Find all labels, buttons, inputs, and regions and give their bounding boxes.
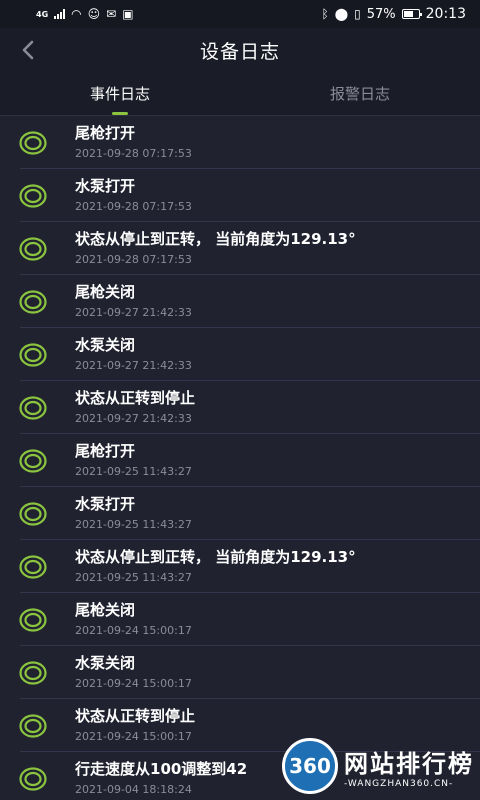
event-time: 2021-09-25 11:43:27 [75,571,192,584]
event-title: 状态从停止到正转， 当前角度为129.13° [75,548,356,566]
event-ring-icon [19,236,47,261]
network-type: 4G [36,9,49,19]
list-item[interactable]: 尾枪关闭 2021-09-24 15:00:17 [0,593,480,646]
location-icon: ⬤ [334,7,349,21]
event-ring-icon [19,501,47,526]
event-ring-icon [19,130,47,155]
event-title: 状态从正转到停止 [75,707,196,725]
watermark-text: 网站排行榜 -WANGZHAN360.CN- [344,744,474,789]
event-text: 状态从正转到停止 2021-09-24 15:00:17 [75,706,195,745]
log-tabs: 事件日志 报警日志 [0,72,480,116]
event-title: 状态从停止到正转， 当前角度为129.13° [75,230,356,248]
list-item[interactable]: 水泵关闭 2021-09-27 21:42:33 [0,328,480,381]
signal-icon [54,9,66,19]
notification-icon: ☺ [87,7,101,21]
list-item[interactable]: 尾枪打开 2021-09-25 11:43:27 [0,434,480,487]
vibrate-icon: ▯ [354,7,361,21]
event-title: 状态从正转到停止 [75,389,196,407]
watermark-title: 网站排行榜 [344,749,474,778]
event-ring-icon [19,395,47,420]
watermark-subtitle: -WANGZHAN360.CN- [344,778,454,789]
event-time: 2021-09-25 11:43:27 [75,518,192,531]
event-text: 尾枪打开 2021-09-28 07:17:53 [75,123,192,162]
event-ring-icon [19,554,47,579]
event-text: 状态从正转到停止 2021-09-27 21:42:33 [75,388,195,427]
image-icon: ▣ [122,7,134,21]
list-item[interactable]: 尾枪打开 2021-09-28 07:17:53 [0,116,480,169]
status-bar-left: 4G ◠ ☺ ✉ ▣ [36,8,134,20]
tab-alarm-log[interactable]: 报警日志 [240,72,480,115]
event-text: 状态从停止到正转， 当前角度为129.13° 2021-09-28 07:17:5… [75,229,356,268]
event-time: 2021-09-04 18:18:24 [75,783,192,796]
event-text: 水泵关闭 2021-09-24 15:00:17 [75,653,192,692]
event-time: 2021-09-27 21:42:33 [75,359,192,372]
event-title: 水泵打开 [75,177,136,195]
event-title: 水泵打开 [75,495,136,513]
event-text: 水泵打开 2021-09-25 11:43:27 [75,494,192,533]
event-time: 2021-09-27 21:42:33 [75,306,192,319]
event-ring-icon [19,342,47,367]
list-item[interactable]: 水泵关闭 2021-09-24 15:00:17 [0,646,480,699]
list-item[interactable]: 尾枪关闭 2021-09-27 21:42:33 [0,275,480,328]
event-title: 水泵关闭 [75,654,136,672]
event-title: 尾枪打开 [75,442,136,460]
status-bar: 4G ◠ ☺ ✉ ▣ ᛒ ⬤ ▯ 57% 20:13 [0,0,480,28]
list-item[interactable]: 水泵打开 2021-09-25 11:43:27 [0,487,480,540]
event-text: 尾枪关闭 2021-09-27 21:42:33 [75,282,192,321]
event-title: 尾枪关闭 [75,601,136,619]
watermark: 360 网站排行榜 -WANGZHAN360.CN- [282,738,474,794]
event-text: 水泵关闭 2021-09-27 21:42:33 [75,335,192,374]
list-item[interactable]: 水泵打开 2021-09-28 07:17:53 [0,169,480,222]
event-time: 2021-09-24 15:00:17 [75,677,192,690]
chevron-left-icon[interactable] [18,39,40,61]
event-text: 尾枪关闭 2021-09-24 15:00:17 [75,600,192,639]
bluetooth-icon: ᛒ [321,7,329,21]
message-icon: ✉ [106,7,117,21]
event-text: 水泵打开 2021-09-28 07:17:53 [75,176,192,215]
tab-event-log[interactable]: 事件日志 [0,72,240,115]
clock-time: 20:13 [425,6,466,22]
page-title: 设备日志 [199,40,280,63]
event-ring-icon [19,289,47,314]
list-item[interactable]: 状态从停止到正转， 当前角度为129.13° 2021-09-28 07:17:5… [0,222,480,275]
event-time: 2021-09-24 15:00:17 [75,730,192,743]
event-time: 2021-09-27 21:42:33 [75,412,192,425]
event-ring-icon [19,607,47,632]
list-item[interactable]: 状态从正转到停止 2021-09-27 21:42:33 [0,381,480,434]
event-title: 行走速度从100调整到42 [75,760,248,778]
event-time: 2021-09-28 07:17:53 [75,147,192,160]
event-text: 尾枪打开 2021-09-25 11:43:27 [75,441,192,480]
event-time: 2021-09-28 07:17:53 [75,253,192,266]
event-ring-icon [19,660,47,685]
event-title: 尾枪关闭 [75,283,136,301]
list-item[interactable]: 状态从停止到正转， 当前角度为129.13° 2021-09-25 11:43:2… [0,540,480,593]
event-ring-icon [19,448,47,473]
battery-icon [401,9,422,19]
event-time: 2021-09-24 15:00:17 [75,624,192,637]
battery-percent: 57% [366,6,396,22]
event-ring-icon [19,766,47,791]
app-header: 设备日志 [0,28,480,72]
event-time: 2021-09-25 11:43:27 [75,465,192,478]
watermark-logo: 360 [282,738,338,794]
event-time: 2021-09-28 07:17:53 [75,200,192,213]
event-ring-icon [19,713,47,738]
wifi-icon: ◠ [71,7,82,21]
event-list: 尾枪打开 2021-09-28 07:17:53 水泵打开 2021-09-28 07… [0,116,480,800]
event-title: 水泵关闭 [75,336,136,354]
event-text: 状态从停止到正转， 当前角度为129.13° 2021-09-25 11:43:2… [75,547,356,586]
event-title: 尾枪打开 [75,124,136,142]
status-bar-right: ᛒ ⬤ ▯ 57% 20:13 [321,6,466,22]
event-ring-icon [19,183,47,208]
event-text: 行走速度从100调整到42 2021-09-04 18:18:24 [75,759,247,798]
